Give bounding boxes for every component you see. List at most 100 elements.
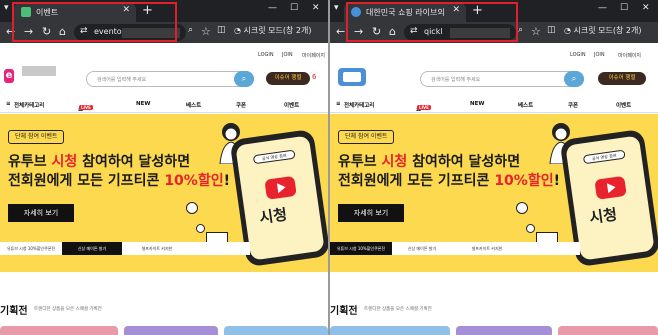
close-window-icon[interactable]: ✕	[312, 3, 320, 13]
nav-category[interactable]: 전체카테고리	[14, 101, 44, 109]
search-icon[interactable]: ⌕	[234, 71, 254, 87]
minimize-icon[interactable]: —	[268, 3, 277, 13]
section-title: 기획전	[330, 306, 358, 317]
section-thumbnails	[0, 326, 328, 335]
thumbnail[interactable]	[456, 326, 552, 335]
highlight-box	[346, 2, 518, 42]
incognito-icon: ◔	[564, 26, 574, 35]
main-nav: ≡ 전체카테고리 쇼핑LIVE NEW 베스트 쿠폰 이벤트	[330, 97, 658, 121]
coin-icon	[196, 224, 205, 233]
coin-icon	[186, 202, 198, 214]
search-icon[interactable]: ⌕	[564, 71, 584, 87]
search-box[interactable]: 검색어를 입력해 주세요 ⌕	[86, 71, 254, 87]
banner-subtabs: 유튜브 시청 10%할인쿠폰전 신상 메이튼 발기 셀프카이트 커지한	[330, 242, 580, 255]
highlight-box	[12, 2, 177, 42]
logo-mark	[338, 68, 366, 86]
maximize-icon[interactable]: ☐	[620, 3, 628, 13]
subtab-new[interactable]: 신상 메이튼 발기	[392, 242, 452, 255]
back-icon[interactable]: ←	[336, 25, 345, 38]
coin-icon	[526, 224, 535, 233]
phone-watch-text: 시청	[258, 205, 289, 227]
zoom-icon[interactable]: ⌕	[518, 25, 523, 35]
bookmark-star-icon[interactable]: ☆	[531, 25, 541, 38]
see-details-button[interactable]: 자세히 보기	[338, 204, 404, 222]
thumbnail[interactable]	[330, 326, 450, 335]
tab-search-icon[interactable]: ▾	[4, 3, 9, 13]
incognito-indicator[interactable]: ◔ 시크릿 모드(창 2개)	[234, 25, 311, 36]
banner-headline-2: 전회원에게 모든 기프티콘 10%할인!	[338, 173, 560, 189]
youtube-play-icon	[264, 175, 297, 200]
subtab-self[interactable]: 셀프카이트 커지한	[452, 242, 522, 255]
banner-subtabs: 유튜브 시청 10%할인쿠폰전 신상 메이튼 발기 셀프카이트 커지한	[0, 242, 250, 255]
banner-tag: 단체 참여 이벤트	[8, 130, 65, 144]
nav-new[interactable]: NEW	[136, 101, 150, 107]
subtab-youtube[interactable]: 유튜브 시청 10%할인쿠폰전	[330, 242, 392, 255]
redacted-logo-blur	[22, 66, 57, 76]
search-box[interactable]: 검색어를 입력해 주세요 ⌕	[420, 71, 584, 87]
banner-headline-1: 유투브 시청 참여하여 달성하면	[338, 154, 521, 170]
main-nav: ≡ 전체카테고리 쇼핑LIVE NEW 베스트 쿠폰 이벤트	[0, 97, 328, 121]
subtab-new[interactable]: 신상 메이튼 발기	[62, 242, 122, 255]
banner-headline-1: 유투브 시청 참여하여 달성하면	[8, 154, 191, 170]
side-panel-icon[interactable]: ◫	[547, 25, 556, 35]
coin-icon	[516, 202, 528, 214]
live-badge: LIVE	[79, 105, 93, 110]
incognito-indicator[interactable]: ◔ 시크릿 모드(창 2개)	[564, 25, 641, 36]
nav-event[interactable]: 이벤트	[616, 101, 631, 109]
mypage-link[interactable]: 마이페이지	[302, 52, 325, 59]
see-details-button[interactable]: 자세히 보기	[8, 204, 74, 222]
thumbnail[interactable]	[124, 326, 218, 335]
incognito-icon: ◔	[234, 26, 244, 35]
site-logo[interactable]	[338, 66, 368, 92]
maximize-icon[interactable]: ☐	[290, 3, 298, 13]
nav-best[interactable]: 베스트	[186, 101, 201, 109]
phone-pill: 공식 영상 참여	[252, 149, 296, 165]
incognito-label: 시크릿 모드(창 2개)	[243, 26, 312, 35]
browser-window-left: ▾ 이벤트 ✕ + — ☐ ✕ ← → ↻ ⌂ ⇄ evento ⌕ ☆ ◫ ◔…	[0, 0, 328, 335]
thumbnail[interactable]	[558, 326, 658, 335]
side-panel-icon[interactable]: ◫	[217, 25, 226, 35]
nav-coupon[interactable]: 쿠폰	[236, 101, 246, 109]
phone-pill: 공식 영상 참여	[582, 149, 626, 165]
site-logo[interactable]: e	[4, 63, 57, 83]
subtab-self[interactable]: 셀프카이트 커지한	[122, 242, 192, 255]
join-link[interactable]: JOIN	[594, 52, 605, 58]
incognito-label: 시크릿 모드(창 2개)	[573, 26, 642, 35]
banner-headline-2: 전회원에게 모든 기프티콘 10%할인!	[8, 173, 230, 189]
join-link[interactable]: JOIN	[282, 52, 293, 58]
mypage-link[interactable]: 마이페이지	[618, 52, 641, 59]
category-menu-icon[interactable]: ≡	[6, 101, 11, 107]
section-subtitle: 트렌디한 상품을 모은 스페셜 기획전	[34, 307, 102, 312]
event-banner[interactable]: 단체 참여 이벤트 유투브 시청 참여하여 달성하면 전회원에게 모든 기프티콘…	[0, 114, 328, 272]
category-menu-icon[interactable]: ≡	[336, 101, 341, 107]
nav-category[interactable]: 전체카테고리	[344, 101, 374, 109]
issue-event-button[interactable]: 이슈어 행렬	[266, 72, 310, 85]
zoom-icon[interactable]: ⌕	[188, 25, 193, 35]
subtab-youtube[interactable]: 유튜브 시청 10%할인쿠폰전	[0, 242, 62, 255]
nav-new[interactable]: NEW	[470, 101, 484, 107]
live-badge: LIVE	[417, 105, 431, 110]
login-link[interactable]: LOGIN	[258, 52, 274, 58]
thumbnail[interactable]	[224, 326, 328, 335]
phone-watch-text: 시청	[588, 205, 619, 227]
nav-event[interactable]: 이벤트	[284, 101, 299, 109]
login-link[interactable]: LOGIN	[570, 52, 586, 58]
section-title: 기획전	[0, 306, 28, 317]
nav-best[interactable]: 베스트	[518, 101, 533, 109]
youtube-play-icon	[594, 175, 627, 200]
search-input[interactable]: 검색어를 입력해 주세요	[97, 76, 146, 83]
event-banner[interactable]: 단체 참여 이벤트 유투브 시청 참여하여 달성하면 전회원에게 모든 기프티콘…	[330, 114, 658, 272]
minimize-icon[interactable]: —	[598, 3, 607, 13]
bookmark-star-icon[interactable]: ☆	[201, 25, 211, 38]
thumbnail[interactable]	[0, 326, 118, 335]
section-subtitle: 트렌디한 상품을 모은 스페셜 기획전	[364, 307, 432, 312]
browser-window-right: ▾ 대한민국 쇼핑 라이브의 중심... ✕ + — ☐ ✕ ← → ↻ ⌂ ⇄…	[330, 0, 658, 335]
nav-coupon[interactable]: 쿠폰	[568, 101, 578, 109]
cart-icon[interactable]: 6	[312, 73, 316, 81]
search-input[interactable]: 검색어를 입력해 주세요	[431, 76, 480, 83]
tab-search-icon[interactable]: ▾	[334, 3, 339, 13]
section-thumbnails	[330, 326, 658, 335]
issue-event-button[interactable]: 이슈어 행렬	[598, 72, 646, 85]
banner-tag: 단체 참여 이벤트	[338, 130, 395, 144]
close-window-icon[interactable]: ✕	[642, 3, 650, 13]
